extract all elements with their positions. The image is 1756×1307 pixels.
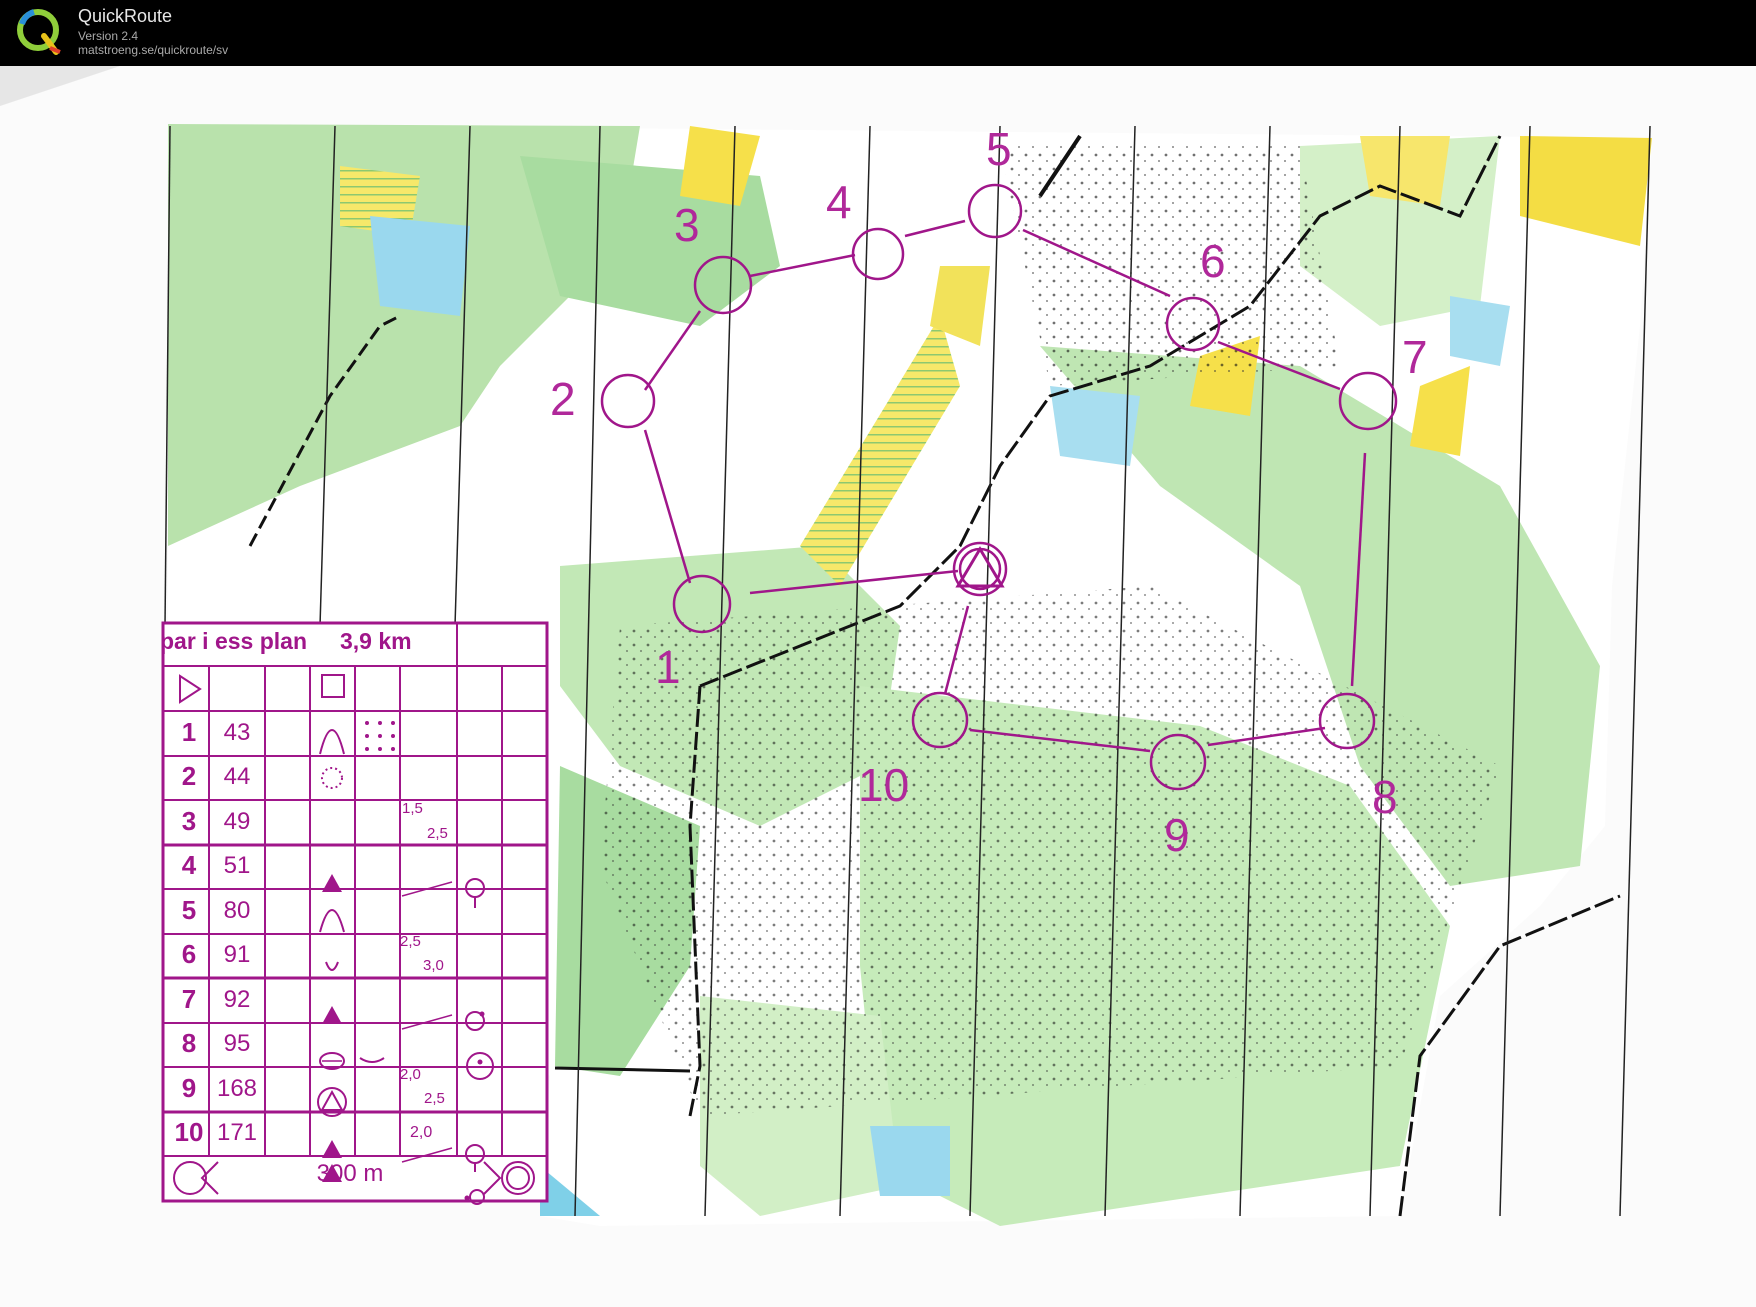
map-control-label: 7 [1402, 331, 1428, 383]
control-code: 51 [223, 852, 251, 879]
map-control-label: 8 [1372, 771, 1398, 823]
dimension-bottom: 2,5 [424, 1090, 445, 1107]
dimension-top: 2,5 [400, 933, 421, 950]
control-number: 8 [181, 1028, 197, 1058]
control-number: 4 [181, 850, 197, 880]
control-code: 168 [216, 1075, 258, 1102]
title-bar: QuickRoute Version 2.4 matstroeng.se/qui… [0, 0, 1756, 68]
control-number: 7 [181, 984, 197, 1014]
control-code: 92 [223, 986, 251, 1013]
map-control-label: 9 [1164, 809, 1190, 861]
map-control-label: 2 [550, 373, 576, 425]
control-code: 44 [223, 763, 251, 790]
control-code: 80 [223, 897, 251, 924]
dimension-top: 2,0 [410, 1124, 433, 1141]
map-control-label: 10 [858, 759, 910, 811]
app-name: QuickRoute [78, 6, 173, 26]
control-number: 2 [181, 761, 197, 791]
control-number: 1 [181, 717, 197, 747]
quickroute-logo-icon [17, 9, 61, 55]
app-version: Version 2.4 [78, 29, 139, 43]
dimension-bottom: 3,0 [423, 957, 444, 974]
control-code: 49 [223, 808, 251, 835]
control-number: 6 [181, 939, 197, 969]
app-url[interactable]: matstroeng.se/quickroute/sv [78, 43, 228, 57]
course-title: par i ess plan [160, 628, 308, 654]
map-control-label: 5 [986, 123, 1012, 175]
control-code: 171 [216, 1119, 258, 1146]
map-control-label: 1 [655, 641, 681, 693]
map-control-label: 6 [1200, 235, 1226, 287]
course-length-label: 300 m [316, 1160, 384, 1187]
control-number: 10 [174, 1117, 204, 1147]
map-control-label: 3 [674, 199, 700, 251]
control-number: 3 [181, 806, 197, 836]
control-code: 91 [223, 941, 251, 968]
map-control-label: 4 [826, 176, 852, 228]
dimension-top: 2,0 [400, 1066, 421, 1083]
control-code: 95 [223, 1030, 251, 1057]
dimension-top: 1,5 [402, 800, 423, 817]
control-number: 5 [181, 895, 197, 925]
dimension-bottom: 2,5 [427, 825, 448, 842]
control-number: 9 [181, 1073, 197, 1103]
course-distance: 3,9 km [340, 628, 412, 654]
control-code: 43 [223, 719, 251, 746]
